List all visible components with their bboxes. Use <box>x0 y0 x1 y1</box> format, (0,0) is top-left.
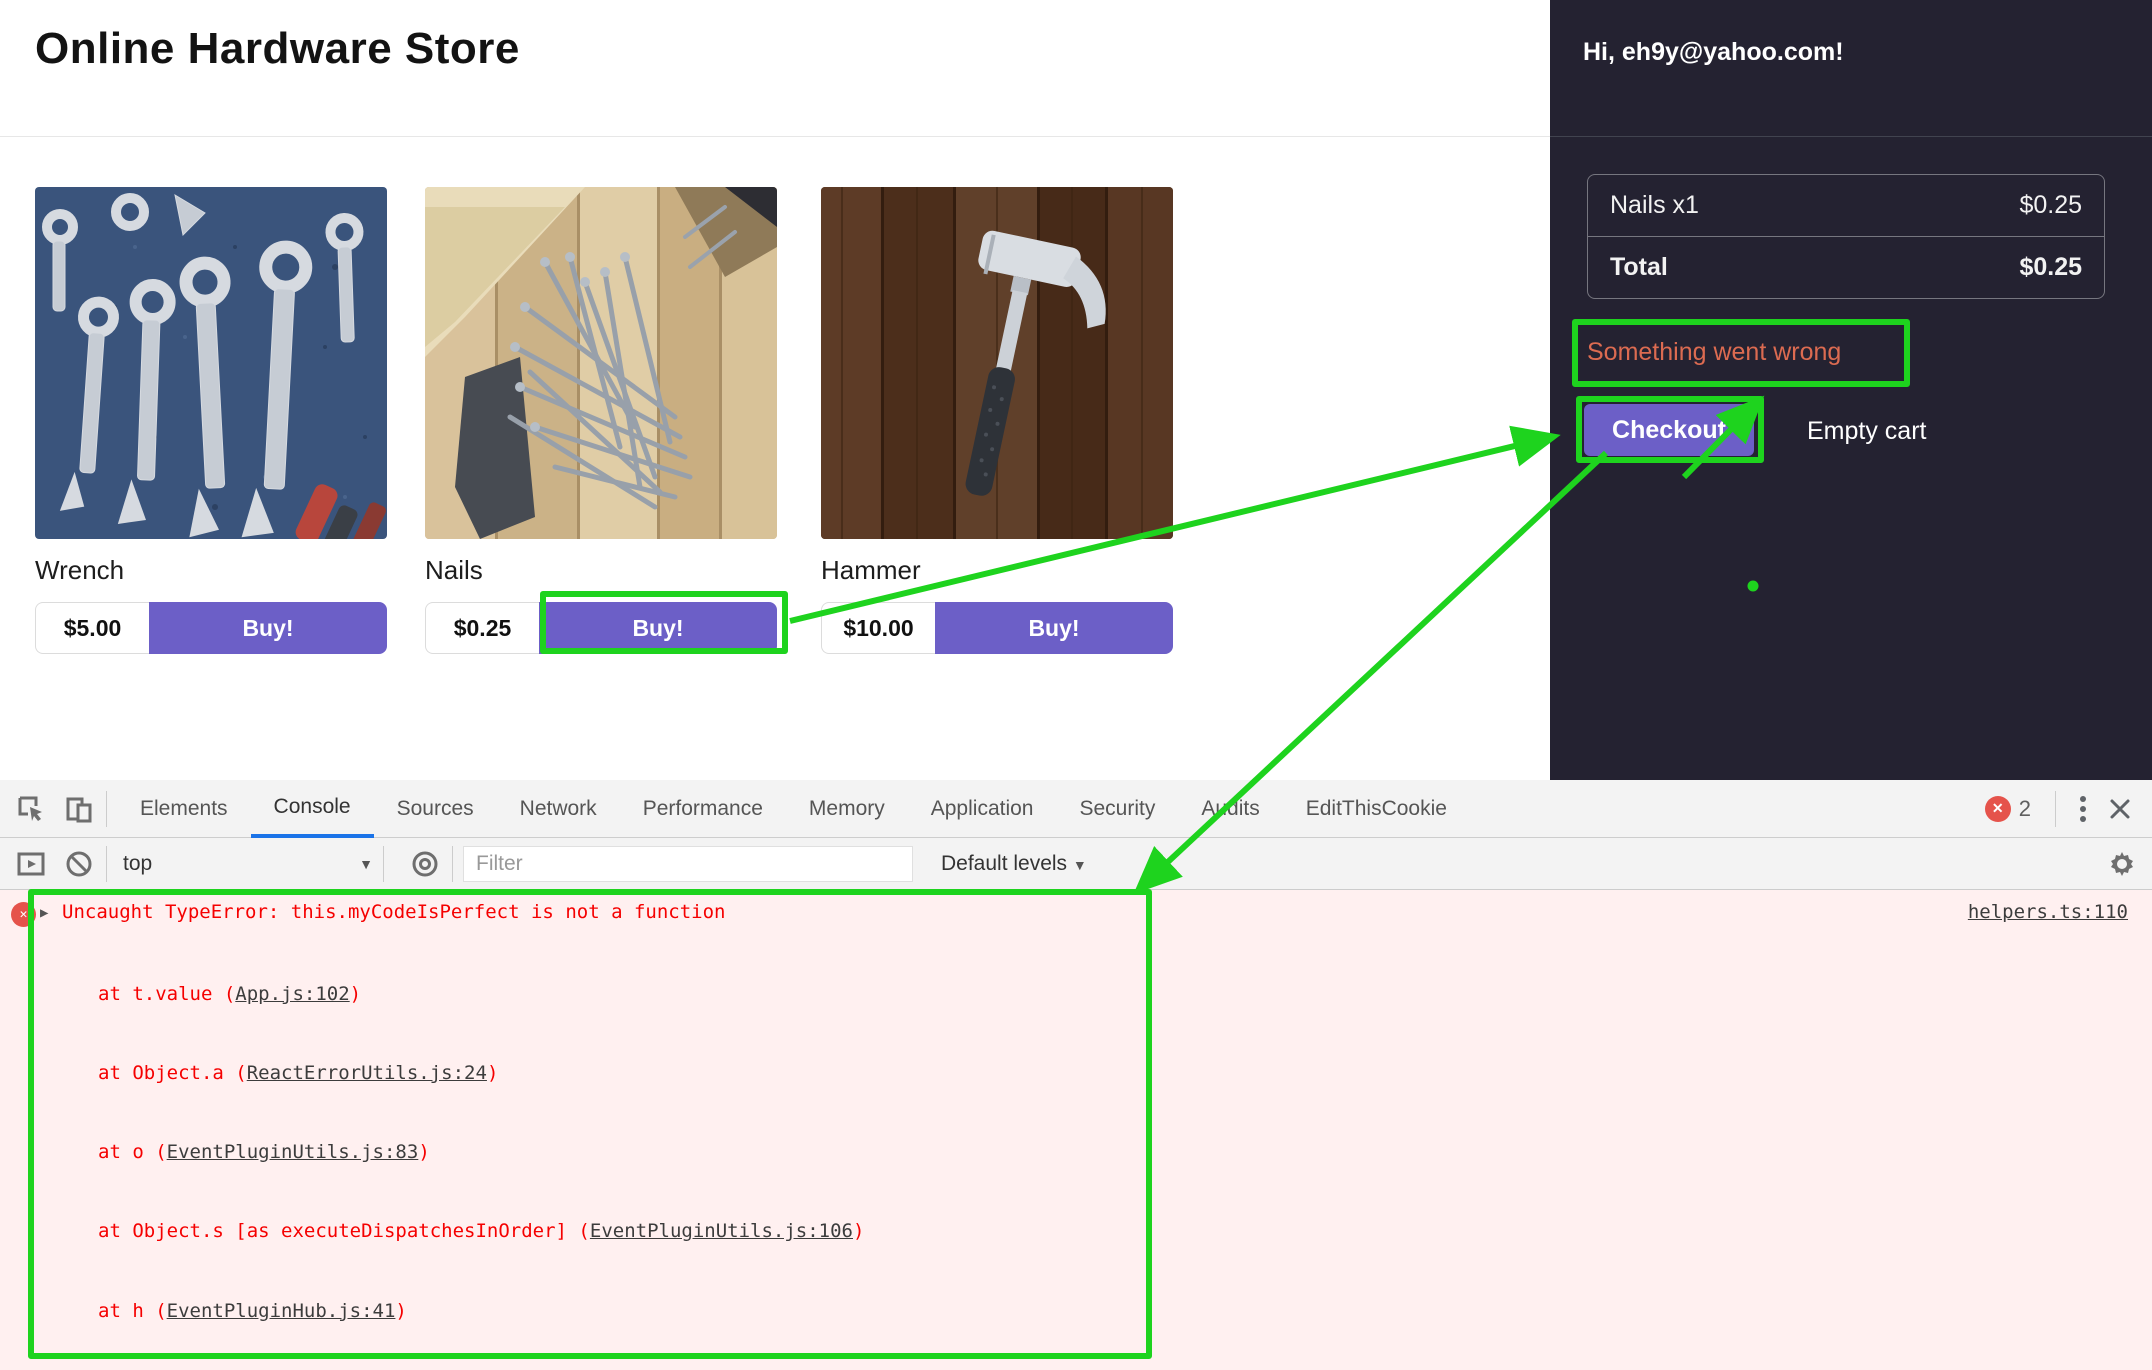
product-card-hammer: Hammer $10.00 Buy! <box>821 187 1173 654</box>
chevron-down-icon: ▼ <box>1073 857 1087 873</box>
product-price: $0.25 <box>425 602 539 654</box>
tab-sources[interactable]: Sources <box>374 780 497 838</box>
live-expression-eye-icon[interactable] <box>408 847 442 881</box>
tab-console[interactable]: Console <box>251 780 374 838</box>
console-toolbar: top ▼ Default levels ▼ <box>0 838 2152 890</box>
console-output: ✕ ▶ Uncaught TypeError: this.myCodeIsPer… <box>0 890 2152 1370</box>
product-card-nails: Nails $0.25 Buy! <box>425 187 777 654</box>
tab-memory[interactable]: Memory <box>786 780 908 838</box>
product-name: Nails <box>425 555 777 586</box>
user-greeting: Hi, eh9y@yahoo.com! <box>1583 38 1844 67</box>
cart-total-amount: $0.25 <box>2019 253 2082 282</box>
inspect-element-icon[interactable] <box>14 792 48 826</box>
empty-cart-button[interactable]: Empty cart <box>1807 417 1926 446</box>
product-card-wrench: Wrench $5.00 Buy! <box>35 187 387 654</box>
clear-console-icon[interactable] <box>62 847 96 881</box>
tab-performance[interactable]: Performance <box>620 780 786 838</box>
divider <box>383 846 384 882</box>
tab-elements[interactable]: Elements <box>117 780 251 838</box>
frame-context-value: top <box>123 852 152 876</box>
checkout-button[interactable]: Checkout <box>1584 404 1754 456</box>
product-price-row: $10.00 Buy! <box>821 602 1173 654</box>
tab-editthiscookie[interactable]: EditThisCookie <box>1283 780 1470 838</box>
buy-button-hammer[interactable]: Buy! <box>935 602 1173 654</box>
console-error-message: Uncaught TypeError: this.myCodeIsPerfect… <box>62 901 725 923</box>
device-toolbar-icon[interactable] <box>62 792 96 826</box>
tab-network[interactable]: Network <box>497 780 620 838</box>
error-icon: ✕ <box>11 902 36 927</box>
error-count: 2 <box>2019 796 2031 822</box>
stack-frame: at h (EventPluginHub.js:41) <box>98 1298 967 1324</box>
product-name: Wrench <box>35 555 387 586</box>
buy-button-wrench[interactable]: Buy! <box>149 602 387 654</box>
cart-total-label: Total <box>1610 253 1668 282</box>
tab-security[interactable]: Security <box>1056 780 1178 838</box>
tab-audits[interactable]: Audits <box>1178 780 1282 838</box>
store-header: Online Hardware Store <box>0 0 1550 137</box>
cart-summary: Nails x1 $0.25 Total $0.25 <box>1587 174 2105 299</box>
frame-link[interactable]: ReactErrorUtils.js:24 <box>247 1062 487 1084</box>
console-source-link[interactable]: helpers.ts:110 <box>1968 901 2128 923</box>
frame-link[interactable]: App.js:102 <box>235 983 349 1005</box>
frame-link[interactable]: EventPluginUtils.js:83 <box>167 1141 419 1163</box>
wrench-product-image <box>35 187 387 539</box>
product-price-row: $0.25 Buy! <box>425 602 777 654</box>
divider <box>1550 136 2152 137</box>
cart-item-row: Nails x1 $0.25 <box>1588 175 2104 236</box>
page-title: Online Hardware Store <box>35 24 520 74</box>
console-sidebar-icon[interactable] <box>14 847 48 881</box>
product-price: $10.00 <box>821 602 935 654</box>
product-name: Hammer <box>821 555 1173 586</box>
frame-context-select[interactable]: top ▼ <box>123 852 373 876</box>
product-price: $5.00 <box>35 602 149 654</box>
nails-product-image <box>425 187 777 539</box>
divider <box>106 846 107 882</box>
close-icon[interactable] <box>2100 792 2140 826</box>
stack-frame: at t.value (App.js:102) <box>98 981 967 1007</box>
divider <box>106 791 107 827</box>
stack-frame: at o (EventPluginUtils.js:83) <box>98 1139 967 1165</box>
settings-gear-icon[interactable] <box>2100 847 2144 881</box>
account-panel: Hi, eh9y@yahoo.com! Nails x1 $0.25 Total… <box>1550 0 2152 780</box>
divider <box>2055 791 2056 827</box>
tab-application[interactable]: Application <box>908 780 1057 838</box>
kebab-menu-icon[interactable] <box>2066 792 2100 826</box>
devtools-tabbar: Elements Console Sources Network Perform… <box>0 780 2152 838</box>
error-message: Something went wrong <box>1580 330 1905 375</box>
cart-item-amount: $0.25 <box>2019 191 2082 220</box>
buy-button-nails[interactable]: Buy! <box>539 602 777 654</box>
cart-item-label: Nails x1 <box>1610 191 1699 220</box>
frame-link[interactable]: EventPluginUtils.js:106 <box>590 1220 853 1242</box>
chevron-down-icon: ▼ <box>359 856 373 872</box>
filter-input[interactable] <box>463 846 913 882</box>
product-price-row: $5.00 Buy! <box>35 602 387 654</box>
divider <box>452 846 453 882</box>
cart-total-row: Total $0.25 <box>1588 236 2104 298</box>
stack-trace: at t.value (App.js:102) at Object.a (Rea… <box>98 928 967 1370</box>
expand-arrow-icon[interactable]: ▶ <box>40 905 48 921</box>
log-levels-label: Default levels <box>941 852 1067 875</box>
devtools-panel: Elements Console Sources Network Perform… <box>0 780 2152 1370</box>
stack-frame: at Object.s [as executeDispatchesInOrder… <box>98 1218 967 1244</box>
error-count-icon[interactable]: ✕ <box>1985 796 2011 822</box>
log-levels-select[interactable]: Default levels ▼ <box>941 852 1087 876</box>
screenshot-root: Online Hardware Store <box>0 0 2152 1370</box>
stack-frame: at Object.a (ReactErrorUtils.js:24) <box>98 1060 967 1086</box>
hammer-product-image <box>821 187 1173 539</box>
frame-link[interactable]: EventPluginHub.js:41 <box>167 1300 396 1322</box>
